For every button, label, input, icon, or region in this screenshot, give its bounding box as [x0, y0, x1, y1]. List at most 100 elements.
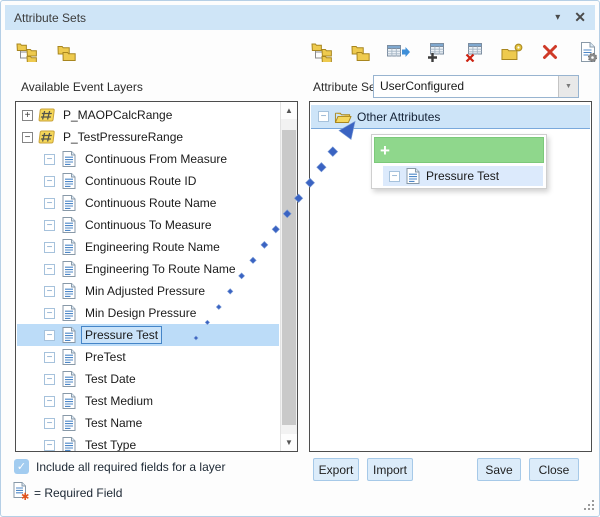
- tree-item-test-type[interactable]: − Test Type: [17, 434, 279, 451]
- field-document-icon: [60, 371, 78, 387]
- field-document-icon: [60, 415, 78, 431]
- collapse-icon[interactable]: −: [44, 286, 55, 297]
- collapse-icon[interactable]: −: [44, 440, 55, 451]
- drag-drop-preview: + − Pressure Test: [371, 134, 547, 189]
- close-icon[interactable]: ✕: [574, 9, 586, 26]
- tree-item-min-adjusted-pressure[interactable]: −Min Adjusted Pressure: [17, 280, 279, 302]
- attribute-sets-dialog: Attribute Sets ▾ ✕ Available Event Layer…: [0, 0, 600, 517]
- tree-item-pressure-test[interactable]: −Pressure Test: [17, 324, 279, 346]
- tree-item-label: Engineering To Route Name: [81, 260, 240, 278]
- required-field-icon: ✱: [13, 482, 31, 506]
- resize-grip-icon[interactable]: [583, 500, 594, 511]
- open-folder-icon: [334, 110, 352, 124]
- delete-icon[interactable]: [537, 40, 563, 64]
- event-layer-icon: [38, 130, 56, 145]
- available-layers-panel: +P_MAOPCalcRange−P_TestPressureRange−Con…: [15, 101, 298, 452]
- tree-item-test-medium[interactable]: − Test Medium: [17, 390, 279, 412]
- field-document-icon: [60, 437, 78, 451]
- new-attribute-set-tree-icon[interactable]: [14, 40, 40, 64]
- tree-item-label: Test Name: [81, 414, 146, 432]
- collapse-icon[interactable]: −: [44, 242, 55, 253]
- field-document-icon: [60, 239, 78, 255]
- checkmark-icon: ✓: [17, 460, 26, 473]
- tree-item-label: Continuous To Measure: [81, 216, 216, 234]
- toolbar-left: [14, 38, 79, 66]
- tree-item-continuous-from-measure[interactable]: − Continuous From Measure: [17, 148, 279, 170]
- tree-item-engineering-route-name[interactable]: −Engineering Route Name: [17, 236, 279, 258]
- table-add-icon[interactable]: [423, 40, 449, 64]
- save-button[interactable]: Save: [477, 458, 521, 481]
- collapse-icon[interactable]: −: [44, 176, 55, 187]
- export-button[interactable]: Export: [313, 458, 359, 481]
- dragged-item: − Pressure Test: [383, 166, 543, 186]
- field-document-icon: [60, 393, 78, 409]
- scroll-down-icon[interactable]: ▼: [281, 434, 297, 451]
- tree-item-pretest[interactable]: − PreTest: [17, 346, 279, 368]
- new-folder-icon[interactable]: [499, 40, 525, 64]
- collapse-icon[interactable]: −: [44, 198, 55, 209]
- open-folders-icon[interactable]: [53, 40, 79, 64]
- tree-item-min-design-pressure[interactable]: − Min Design Pressure: [17, 302, 279, 324]
- tree-item-other-attributes[interactable]: − Other Attributes: [311, 105, 590, 129]
- tree-item-label: Continuous From Measure: [81, 150, 231, 168]
- collapse-icon[interactable]: −: [44, 154, 55, 165]
- tree-item-continuous-route-name[interactable]: −Continuous Route Name: [17, 192, 279, 214]
- attribute-set-dropdown[interactable]: UserConfigured ▼: [373, 75, 579, 98]
- import-button[interactable]: Import: [367, 458, 413, 481]
- tree-item-label: Continuous Route ID: [81, 172, 200, 190]
- table-remove-icon[interactable]: [461, 40, 487, 64]
- scroll-up-icon[interactable]: ▲: [281, 102, 297, 119]
- include-required-fields-label: Include all required fields for a layer: [36, 460, 225, 474]
- other-attributes-label: Other Attributes: [357, 110, 440, 124]
- dropdown-caret-icon[interactable]: ▼: [558, 76, 578, 97]
- field-document-icon: [404, 168, 422, 184]
- collapse-icon[interactable]: −: [22, 132, 33, 143]
- plus-icon: +: [380, 142, 390, 159]
- event-layers-tree: +P_MAOPCalcRange−P_TestPressureRange−Con…: [17, 104, 279, 451]
- vertical-scrollbar[interactable]: ▲ ▼: [280, 102, 297, 451]
- field-document-icon: [60, 217, 78, 233]
- collapse-icon[interactable]: −: [44, 264, 55, 275]
- drop-indicator-bar: +: [374, 137, 544, 163]
- scrollbar-thumb[interactable]: [282, 130, 296, 425]
- tree-item-continuous-to-measure[interactable]: − Continuous To Measure: [17, 214, 279, 236]
- collapse-icon[interactable]: −: [44, 352, 55, 363]
- expand-icon[interactable]: +: [22, 110, 33, 121]
- window-menu-caret-icon[interactable]: ▾: [555, 12, 560, 23]
- collapse-icon[interactable]: −: [318, 111, 329, 122]
- open-folders-icon[interactable]: [347, 40, 373, 64]
- collapse-icon[interactable]: −: [44, 330, 55, 341]
- attribute-tree-icon[interactable]: [309, 40, 335, 64]
- tree-item-engineering-to-route-name[interactable]: − Engineering To Route Name: [17, 258, 279, 280]
- event-layer-icon: [38, 108, 56, 123]
- required-field-legend: = Required Field: [34, 486, 122, 500]
- include-required-fields-checkbox[interactable]: ✓: [14, 459, 29, 474]
- attribute-set-label: Attribute Set:: [313, 80, 382, 94]
- tree-item-test-name[interactable]: − Test Name: [17, 412, 279, 434]
- tree-item-p-testpressurerange[interactable]: −P_TestPressureRange: [17, 126, 279, 148]
- tree-item-label: Test Medium: [81, 392, 157, 410]
- collapse-icon[interactable]: −: [44, 396, 55, 407]
- close-button[interactable]: Close: [529, 458, 579, 481]
- field-document-icon: [60, 151, 78, 167]
- table-export-icon[interactable]: [385, 40, 411, 64]
- available-event-layers-label: Available Event Layers: [21, 80, 143, 94]
- tree-item-label: Test Type: [81, 436, 140, 451]
- collapse-icon[interactable]: −: [44, 308, 55, 319]
- field-document-icon: [60, 261, 78, 277]
- collapse-icon[interactable]: −: [44, 220, 55, 231]
- field-document-icon: [60, 327, 78, 343]
- tree-item-test-date[interactable]: −Test Date: [17, 368, 279, 390]
- collapse-icon[interactable]: −: [44, 374, 55, 385]
- attribute-set-panel: − Other Attributes + − Pressure Test: [309, 101, 592, 452]
- tree-item-label: P_MAOPCalcRange: [59, 106, 176, 124]
- collapse-icon[interactable]: −: [44, 418, 55, 429]
- tree-item-p-maopcalcrange[interactable]: + P_MAOPCalcRange: [17, 104, 279, 126]
- field-document-icon: [60, 173, 78, 189]
- field-document-icon: [60, 195, 78, 211]
- report-settings-icon[interactable]: [575, 40, 600, 64]
- tree-item-label: PreTest: [81, 348, 130, 366]
- tree-item-label: Min Design Pressure: [81, 304, 200, 322]
- title-bar: Attribute Sets ▾ ✕: [5, 5, 595, 30]
- tree-item-continuous-route-id[interactable]: − Continuous Route ID: [17, 170, 279, 192]
